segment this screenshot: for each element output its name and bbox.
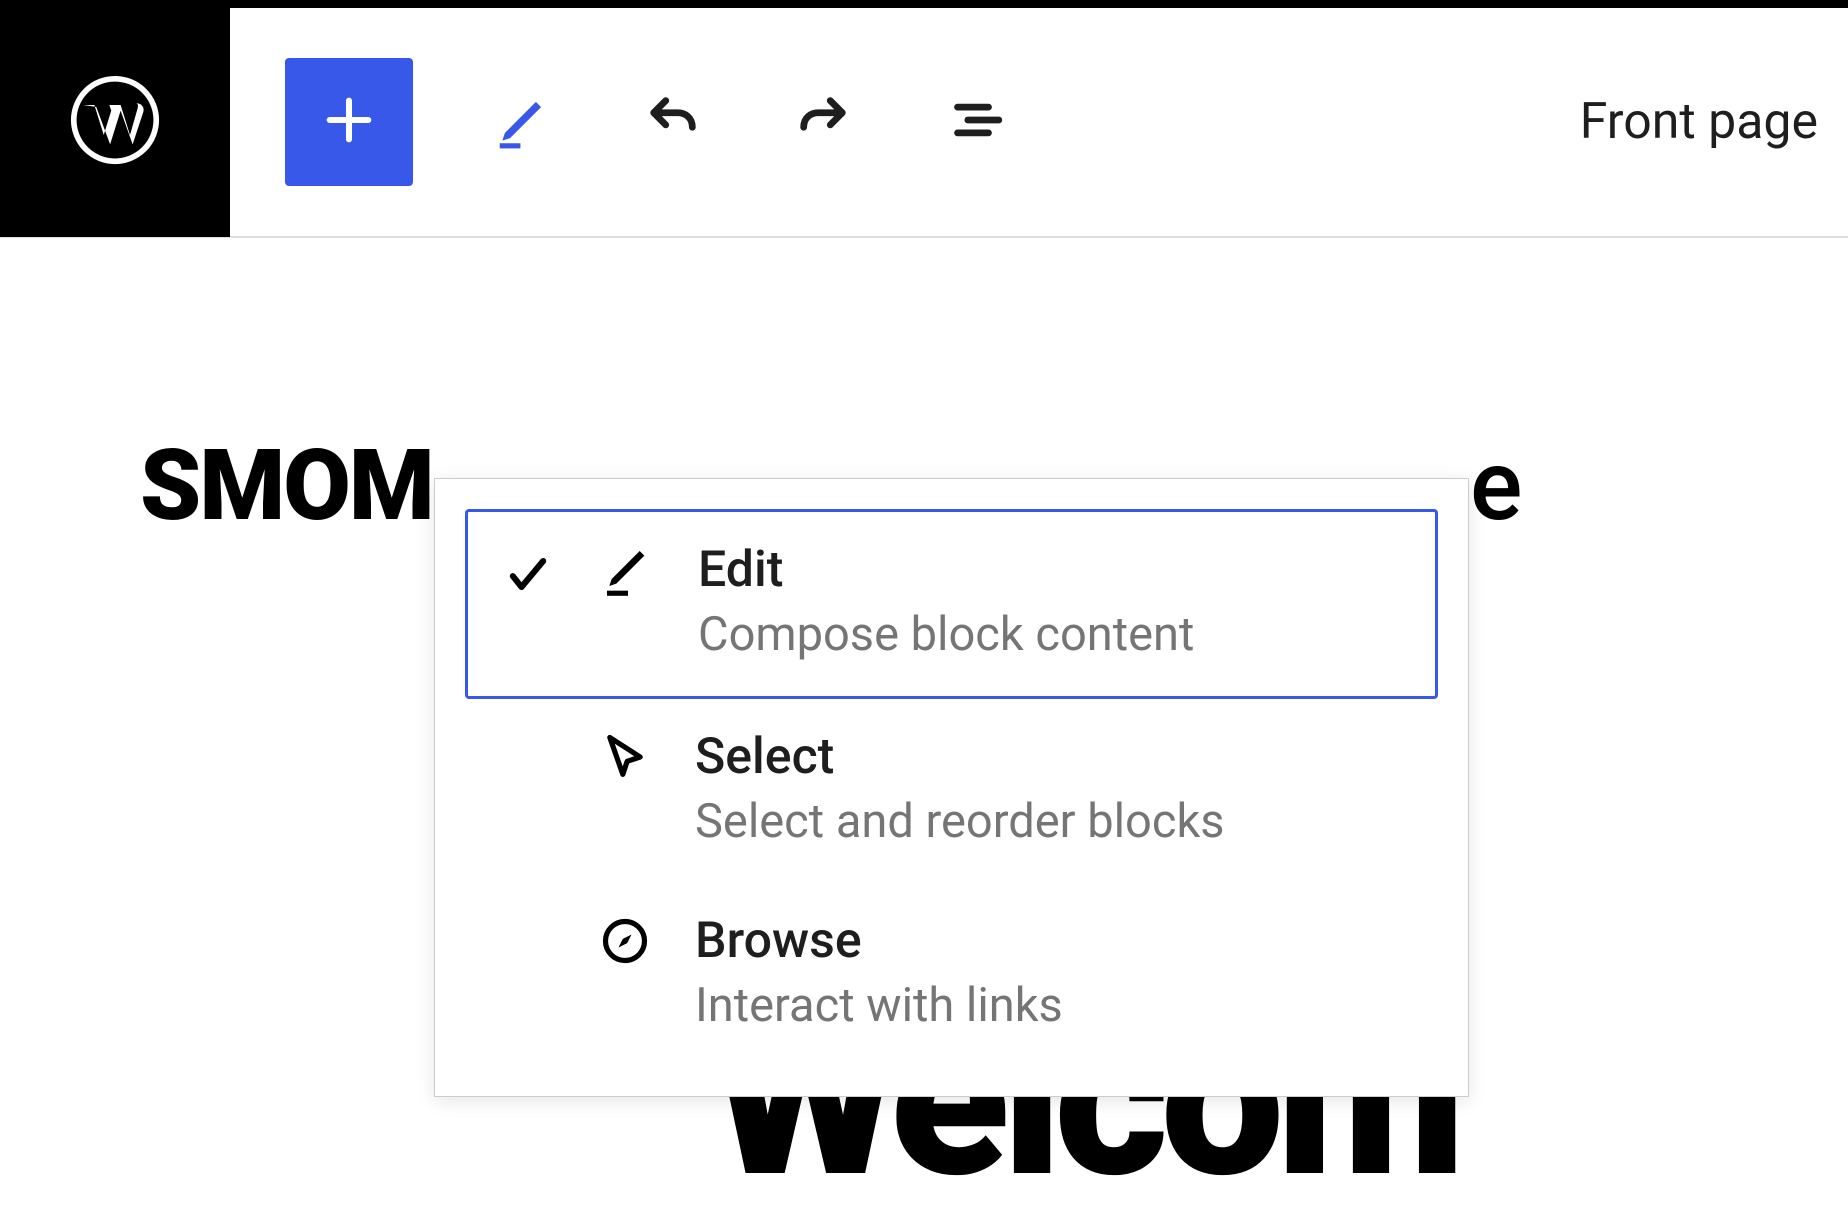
- tool-option-browse[interactable]: Browse Interact with links: [465, 883, 1438, 1067]
- tools-button[interactable]: [483, 82, 563, 162]
- top-black-bar: [0, 0, 1848, 8]
- undo-icon: [644, 91, 702, 153]
- cursor-icon: [599, 731, 651, 787]
- undo-button[interactable]: [633, 82, 713, 162]
- tool-option-title: Browse: [695, 911, 1408, 971]
- plus-icon: [320, 91, 378, 153]
- page-title-label[interactable]: Front page: [1580, 93, 1848, 151]
- redo-button[interactable]: [783, 82, 863, 162]
- pencil-icon: [492, 89, 554, 155]
- tool-option-desc: Compose block content: [698, 602, 1405, 668]
- tool-option-select[interactable]: Select Select and reorder blocks: [465, 699, 1438, 883]
- redo-icon: [794, 91, 852, 153]
- tool-option-edit[interactable]: Edit Compose block content: [465, 509, 1438, 699]
- wordpress-icon: [70, 75, 160, 169]
- check-icon: [502, 548, 554, 604]
- compass-icon: [599, 915, 651, 971]
- document-overview-button[interactable]: [933, 82, 1013, 162]
- list-view-icon: [942, 89, 1004, 155]
- editor-canvas: SMOM e Welcom Edit Compose block content: [0, 238, 1848, 543]
- tool-option-desc: Interact with links: [695, 973, 1408, 1039]
- pencil-icon: [600, 544, 656, 604]
- editor-toolbar: Front page: [0, 8, 1848, 238]
- tool-option-title: Select: [695, 727, 1408, 787]
- tools-dropdown: Edit Compose block content Select Select…: [434, 478, 1469, 1097]
- partial-text-fragment: e: [1470, 428, 1523, 543]
- wordpress-logo-button[interactable]: [0, 7, 230, 237]
- add-block-button[interactable]: [285, 58, 413, 186]
- tool-option-title: Edit: [698, 540, 1405, 600]
- tool-option-desc: Select and reorder blocks: [695, 789, 1408, 855]
- toolbar-actions: [230, 58, 1013, 186]
